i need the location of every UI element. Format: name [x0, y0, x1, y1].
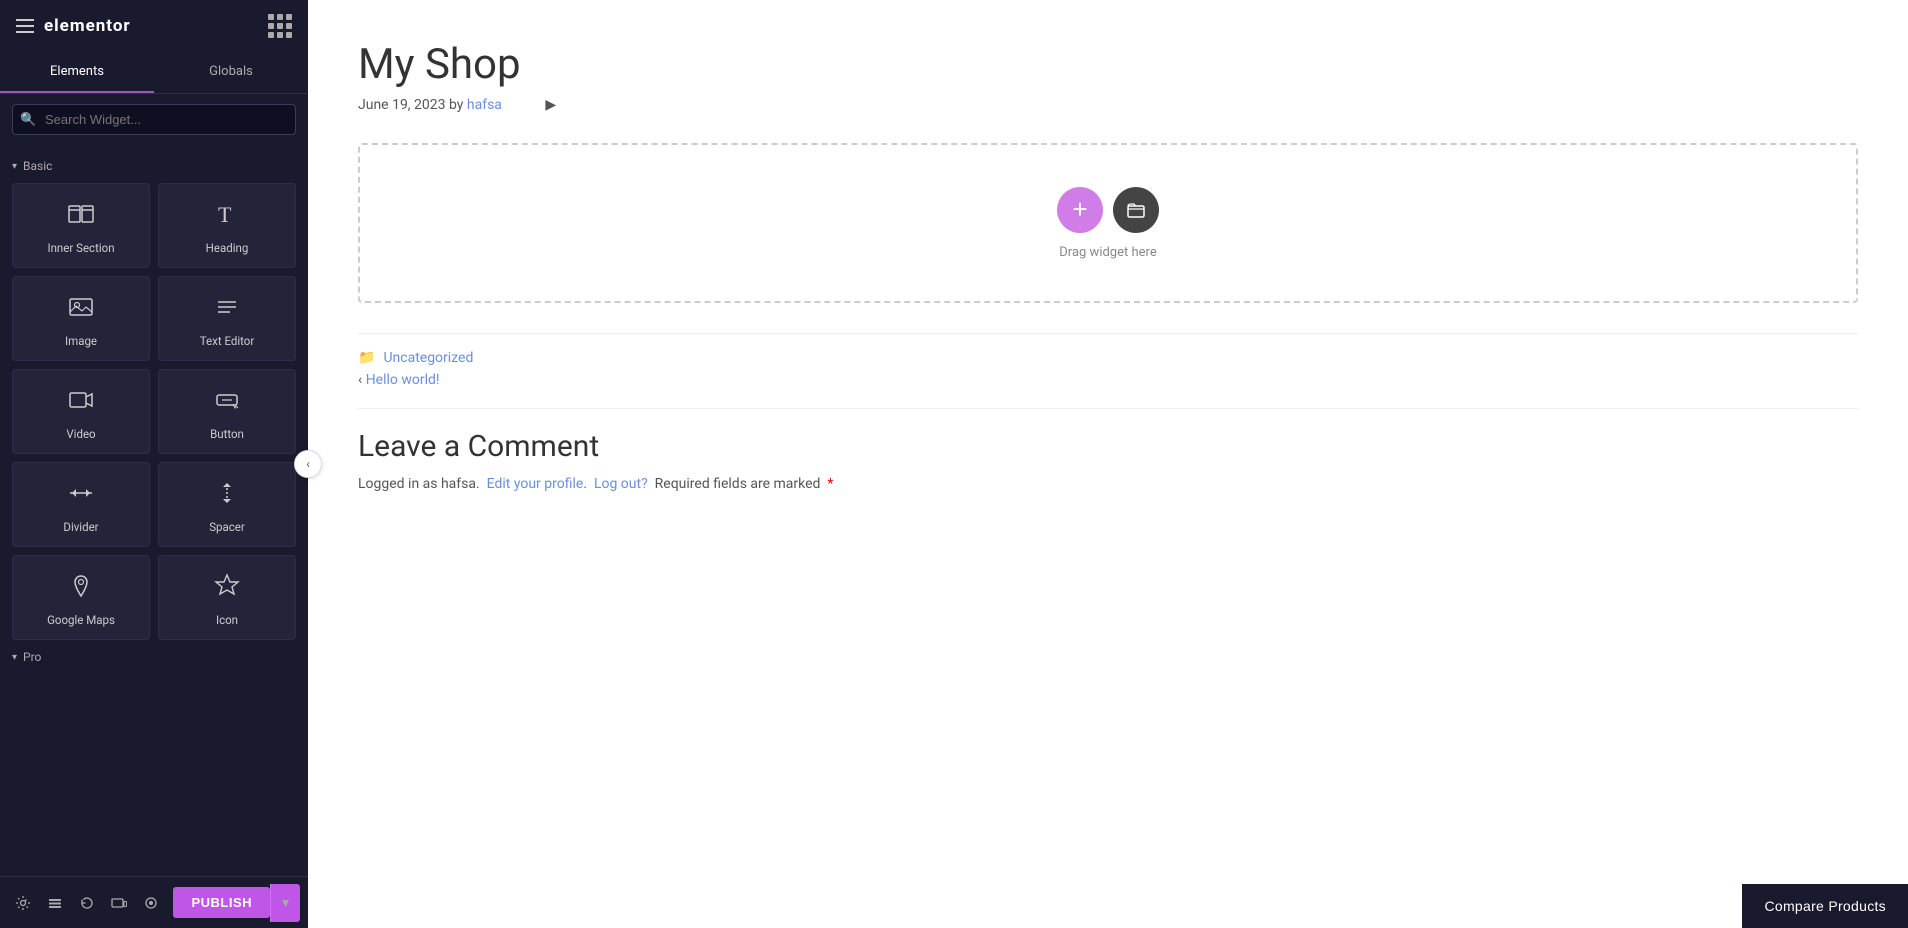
hamburger-menu-icon[interactable]	[16, 19, 34, 33]
drag-hint-text: Drag widget here	[1059, 245, 1156, 260]
elementor-logo: elementor	[44, 16, 131, 36]
collapse-panel-button[interactable]: ‹	[294, 450, 322, 478]
post-footer: 📁 Uncategorized ‹ Hello world!	[358, 333, 1858, 388]
spacer-icon	[213, 479, 241, 512]
logged-in-text: Logged in as hafsa. Edit your profile. L…	[358, 476, 1858, 492]
widget-icon[interactable]: Icon	[158, 555, 296, 640]
widget-divider[interactable]: Divider	[12, 462, 150, 547]
edit-profile-link[interactable]: Edit your profile	[487, 476, 584, 492]
main-content: My Shop June 19, 2023 by hafsa ▶ + Drag …	[308, 0, 1908, 928]
post-author-link[interactable]: hafsa	[467, 97, 502, 113]
prev-arrow: ‹	[358, 372, 366, 388]
section-pro-label: ▾ Pro	[12, 650, 296, 664]
widget-button[interactable]: Button	[158, 369, 296, 454]
widget-heading-label: Heading	[206, 241, 249, 255]
post-title: My Shop	[358, 40, 1858, 89]
responsive-button[interactable]	[104, 884, 134, 922]
folder-icon: 📁	[358, 350, 375, 366]
post-date: June 19, 2023 by	[358, 97, 463, 113]
search-box: 🔍	[0, 94, 308, 145]
logged-in-prefix: Logged in as hafsa.	[358, 476, 480, 492]
widgets-area: ▾ Basic Inner Section	[0, 145, 308, 876]
leave-comment-title: Leave a Comment	[358, 429, 1858, 464]
search-icon: 🔍	[20, 112, 36, 127]
category-link[interactable]: Uncategorized	[383, 350, 473, 366]
sidebar-header: elementor	[0, 0, 308, 52]
widget-google-maps[interactable]: Google Maps	[12, 555, 150, 640]
search-input[interactable]	[12, 104, 296, 135]
section-pro-arrow-icon: ▾	[12, 652, 17, 663]
heading-icon: T	[213, 200, 241, 233]
required-text: Required fields are marked	[655, 476, 821, 492]
add-folder-button[interactable]	[1113, 187, 1159, 233]
google-maps-icon	[67, 572, 95, 605]
post-meta: June 19, 2023 by hafsa ▶	[358, 97, 1858, 113]
widget-image[interactable]: Image	[12, 276, 150, 361]
drop-zone: + Drag widget here	[358, 143, 1858, 303]
history-button[interactable]	[72, 884, 102, 922]
section-arrow-icon: ▾	[12, 161, 17, 172]
widget-icon-label: Icon	[216, 613, 238, 627]
post-footer-nav: ‹ Hello world!	[358, 372, 1858, 388]
tab-elements[interactable]: Elements	[0, 52, 154, 93]
widget-image-label: Image	[65, 334, 97, 348]
icon-widget-icon	[213, 572, 241, 605]
section-divider	[358, 408, 1858, 409]
prev-post-link[interactable]: Hello world!	[366, 372, 440, 388]
grid-menu-icon[interactable]	[268, 14, 292, 38]
widget-text-editor[interactable]: Text Editor	[158, 276, 296, 361]
sidebar-tabs: Elements Globals	[0, 52, 308, 94]
logout-link[interactable]: Log out?	[594, 476, 648, 492]
preview-button[interactable]	[136, 884, 166, 922]
widget-spacer-label: Spacer	[209, 520, 245, 534]
widget-video[interactable]: Video	[12, 369, 150, 454]
button-icon	[213, 386, 241, 419]
content-inner: My Shop June 19, 2023 by hafsa ▶ + Drag …	[308, 0, 1908, 928]
inner-section-icon	[67, 200, 95, 233]
widget-inner-section[interactable]: Inner Section	[12, 183, 150, 268]
widget-button-label: Button	[210, 427, 244, 441]
section-pro-text: Pro	[23, 650, 41, 664]
bottom-toolbar: PUBLISH ▼	[0, 876, 308, 928]
layers-button[interactable]	[40, 884, 70, 922]
text-editor-icon	[213, 293, 241, 326]
widget-inner-section-label: Inner Section	[47, 241, 114, 255]
svg-text:T: T	[218, 202, 232, 227]
drop-zone-buttons: +	[1057, 187, 1159, 233]
publish-expand-button[interactable]: ▼	[270, 884, 300, 922]
required-star: *	[827, 476, 833, 492]
widget-google-maps-label: Google Maps	[47, 613, 115, 627]
widget-divider-label: Divider	[63, 520, 98, 534]
image-icon	[67, 293, 95, 326]
basic-widgets-grid: Inner Section T Heading	[12, 183, 296, 640]
widget-video-label: Video	[66, 427, 95, 441]
video-icon	[67, 386, 95, 419]
publish-button[interactable]: PUBLISH	[173, 887, 270, 918]
section-basic-label: ▾ Basic	[12, 159, 296, 173]
widget-heading[interactable]: T Heading	[158, 183, 296, 268]
tab-globals[interactable]: Globals	[154, 52, 308, 93]
widget-text-editor-label: Text Editor	[200, 334, 255, 348]
compare-products-button[interactable]: Compare Products	[1742, 884, 1908, 928]
section-basic-text: Basic	[23, 159, 52, 173]
widget-spacer[interactable]: Spacer	[158, 462, 296, 547]
divider-icon	[67, 479, 95, 512]
settings-button[interactable]	[8, 884, 38, 922]
add-widget-button[interactable]: +	[1057, 187, 1103, 233]
cursor-indicator: ▶	[545, 97, 556, 113]
category-row: 📁 Uncategorized	[358, 350, 1858, 366]
